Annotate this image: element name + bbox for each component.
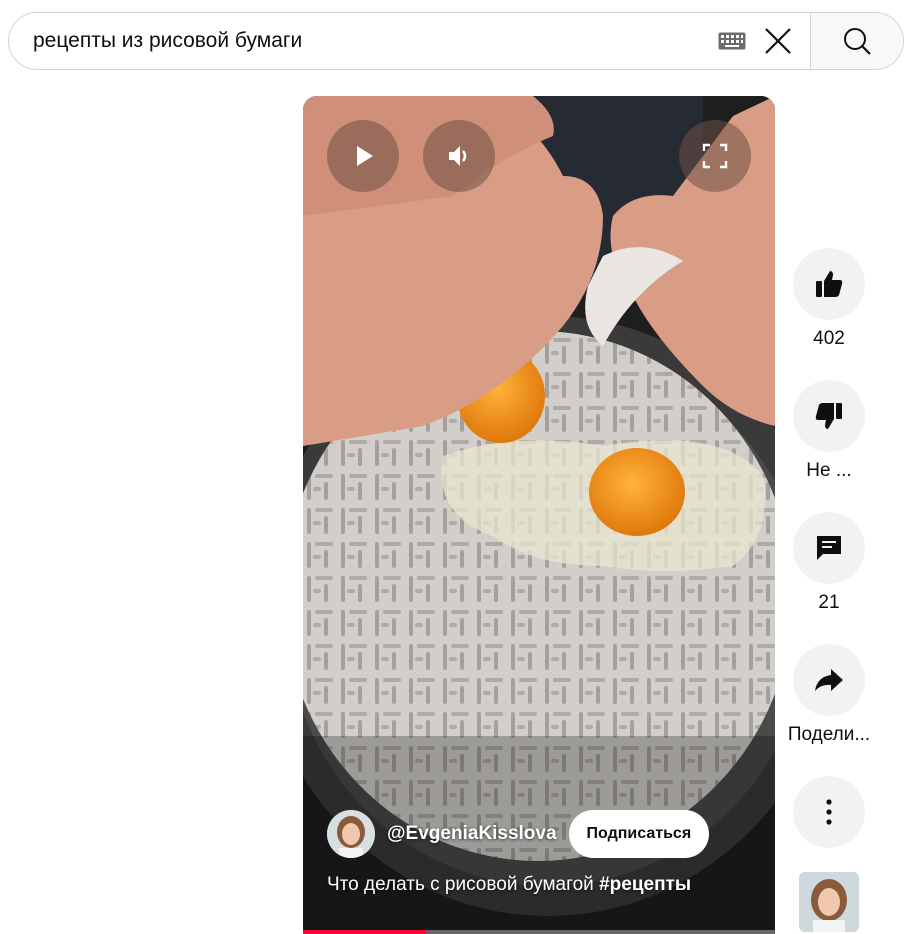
comments-button[interactable] [793,512,865,584]
clear-search-button[interactable] [758,21,798,61]
progress-bar[interactable] [303,930,775,934]
dislike-button[interactable] [793,380,865,452]
channel-thumbnail[interactable] [799,872,859,932]
progress-fill [303,930,426,934]
channel-handle[interactable]: @EvgeniaKisslova [387,823,557,845]
like-count: 402 [813,328,845,349]
channel-avatar[interactable] [327,810,375,858]
comments-count: 21 [818,592,840,613]
like-action: 402 [790,248,868,350]
thumbs-up-icon [816,271,843,297]
share-icon [815,669,843,691]
volume-icon [449,146,467,166]
search-icon [844,28,871,55]
fullscreen-icon [702,143,728,169]
close-icon [765,28,791,54]
search-input[interactable] [9,13,718,69]
keyboard-icon[interactable] [718,32,746,50]
thumbs-down-icon [815,403,842,429]
search-bar [8,12,904,70]
fullscreen-button[interactable] [679,120,751,192]
more-action [790,776,868,848]
search-button[interactable] [810,13,903,69]
comment-icon [817,536,841,560]
dislike-action: Не ... [790,380,868,482]
video-hashtag[interactable]: #рецепты [599,874,691,895]
share-button[interactable] [793,644,865,716]
video-frame [303,96,775,934]
share-action: Подели... [787,644,871,746]
video-title: Что делать с рисовой бумагой #рецепты [327,874,691,896]
comments-action: 21 [790,512,868,614]
play-icon [357,146,373,166]
play-button[interactable] [327,120,399,192]
channel-row: @EvgeniaKisslova Подписаться [327,810,710,858]
shorts-video-player[interactable]: @EvgeniaKisslova Подписаться Что делать … [303,96,775,934]
video-title-text: Что делать с рисовой бумагой [327,874,600,895]
subscribe-button[interactable]: Подписаться [568,810,710,858]
volume-button[interactable] [423,120,495,192]
more-vert-icon [826,799,832,825]
dislike-label: Не ... [806,460,852,481]
more-options-button[interactable] [793,776,865,848]
like-button[interactable] [793,248,865,320]
share-label: Подели... [787,724,871,745]
